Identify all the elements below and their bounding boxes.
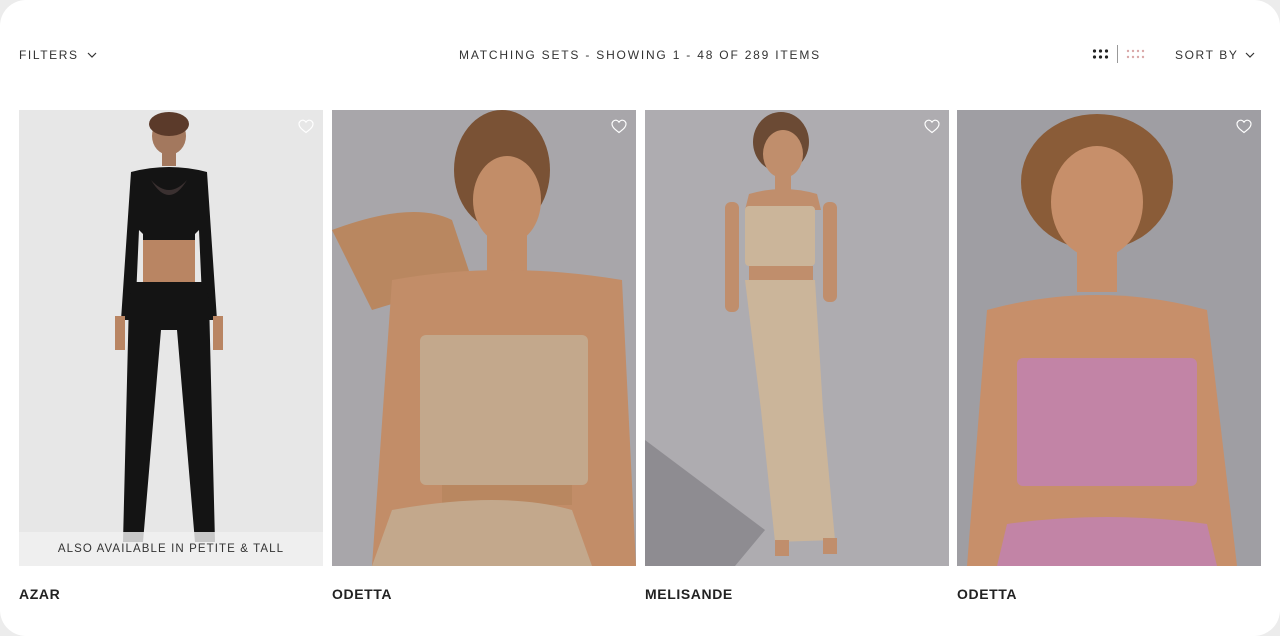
product-card[interactable]: ODETTA [332,110,636,602]
product-photo [332,110,636,566]
product-card[interactable]: ODETTA [957,110,1261,602]
availability-badge: ALSO AVAILABLE IN PETITE & TALL [19,532,323,566]
grid-toggle [1092,45,1148,63]
heart-icon[interactable] [924,119,940,134]
page-title: MATCHING SETS - SHOWING 1 - 48 OF 289 IT… [459,48,821,62]
heart-icon[interactable] [611,119,627,134]
product-image[interactable] [645,110,949,566]
product-name[interactable]: MELISANDE [645,586,949,602]
product-image[interactable] [957,110,1261,566]
chevron-down-icon [1246,52,1255,58]
toolbar: FILTERS MATCHING SETS - SHOWING 1 - 48 O… [0,36,1280,74]
sort-by-label: SORT BY [1175,48,1239,62]
product-name[interactable]: AZAR [19,586,323,602]
product-image[interactable]: ALSO AVAILABLE IN PETITE & TALL [19,110,323,566]
product-photo [19,110,323,566]
product-card[interactable]: ALSO AVAILABLE IN PETITE & TALL AZAR [19,110,323,602]
product-name[interactable]: ODETTA [957,586,1261,602]
grid-8-icon[interactable] [1126,48,1148,60]
grid-toggle-divider [1117,45,1118,63]
product-listing-page: FILTERS MATCHING SETS - SHOWING 1 - 48 O… [0,0,1280,636]
product-image[interactable] [332,110,636,566]
sort-by-button[interactable]: SORT BY [1175,48,1255,62]
product-photo [957,110,1261,566]
product-photo [645,110,949,566]
heart-icon[interactable] [1236,119,1252,134]
product-card[interactable]: MELISANDE [645,110,949,602]
heart-icon[interactable] [298,119,314,134]
product-name[interactable]: ODETTA [332,586,636,602]
grid-4-icon[interactable] [1092,48,1109,60]
